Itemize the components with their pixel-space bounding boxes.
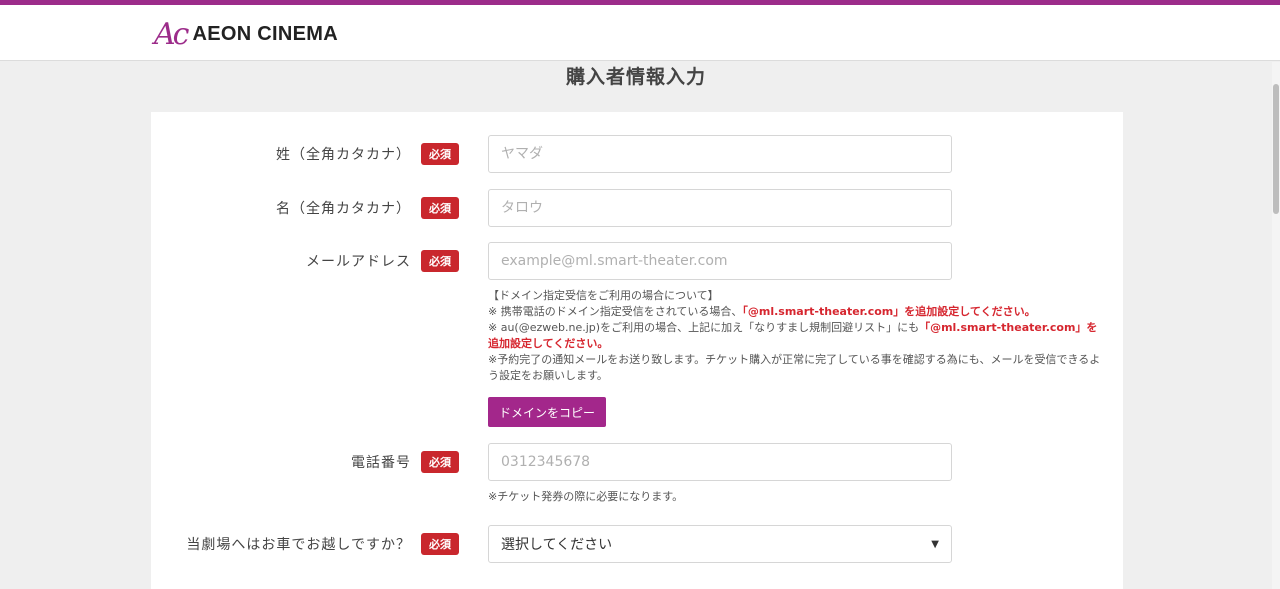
required-badge: 必須 xyxy=(421,143,459,165)
logo-text: AEON CINEMA xyxy=(192,22,338,45)
car-select[interactable]: 選択してください ▼ xyxy=(488,525,952,563)
email-domain-notes: 【ドメイン指定受信をご利用の場合について】 ※ 携帯電話のドメイン指定受信をされ… xyxy=(488,288,1108,384)
form-card: 姓（全角カタカナ） 必須 名（全角カタカナ） 必須 メールアドレス 必須 【ドメ… xyxy=(151,112,1123,589)
domain-note-mobile-highlight: 「@ml.smart-theater.com」を追加設定してください。 xyxy=(742,305,1036,318)
domain-note-confirmation: ※予約完了の通知メールをお送り致します。チケット購入が正常に完了している事を確認… xyxy=(488,353,1101,382)
page-title: 購入者情報入力 xyxy=(565,66,706,88)
phone-label-text: 電話番号 xyxy=(351,455,411,471)
first-name-label: 名（全角カタカナ） 必須 xyxy=(276,189,459,227)
copy-domain-button[interactable]: ドメインをコピー xyxy=(488,397,607,427)
email-label: メールアドレス 必須 xyxy=(306,242,459,280)
last-name-label: 姓（全角カタカナ） 必須 xyxy=(276,135,459,173)
phone-label: 電話番号 必須 xyxy=(351,443,459,481)
first-name-input[interactable] xyxy=(488,189,952,227)
required-badge: 必須 xyxy=(421,250,459,272)
required-badge: 必須 xyxy=(421,533,459,555)
email-input[interactable] xyxy=(488,242,952,280)
car-label-text: 当劇場へはお車でお越しですか？ xyxy=(186,537,411,553)
phone-note: ※チケット発券の際に必要になります。 xyxy=(488,490,684,503)
domain-note-heading: 【ドメイン指定受信をご利用の場合について】 xyxy=(488,289,719,302)
required-badge: 必須 xyxy=(421,197,459,219)
logo-mark: Ac xyxy=(154,16,190,52)
email-label-text: メールアドレス xyxy=(306,254,411,270)
required-badge: 必須 xyxy=(421,451,459,473)
first-name-label-text: 名（全角カタカナ） xyxy=(276,201,411,217)
phone-input[interactable] xyxy=(488,443,952,481)
last-name-input[interactable] xyxy=(488,135,952,173)
last-name-label-text: 姓（全角カタカナ） xyxy=(276,147,411,163)
domain-note-au: ※ au(@ezweb.ne.jp)をご利用の場合、上記に加え「なりすまし規制回… xyxy=(488,321,1098,350)
page-scrollbar[interactable] xyxy=(1272,62,1280,589)
domain-note-mobile: ※ 携帯電話のドメイン指定受信をされている場合、「@ml.smart-theat… xyxy=(488,305,1036,318)
aeon-cinema-logo[interactable]: Ac AEON CINEMA xyxy=(154,14,338,54)
car-select-value: 選択してください xyxy=(501,537,613,553)
car-label: 当劇場へはお車でお越しですか？ 必須 xyxy=(186,525,459,563)
caret-down-icon: ▼ xyxy=(931,538,939,550)
site-header: Ac AEON CINEMA xyxy=(0,0,1280,61)
scrollbar-thumb[interactable] xyxy=(1273,84,1279,214)
